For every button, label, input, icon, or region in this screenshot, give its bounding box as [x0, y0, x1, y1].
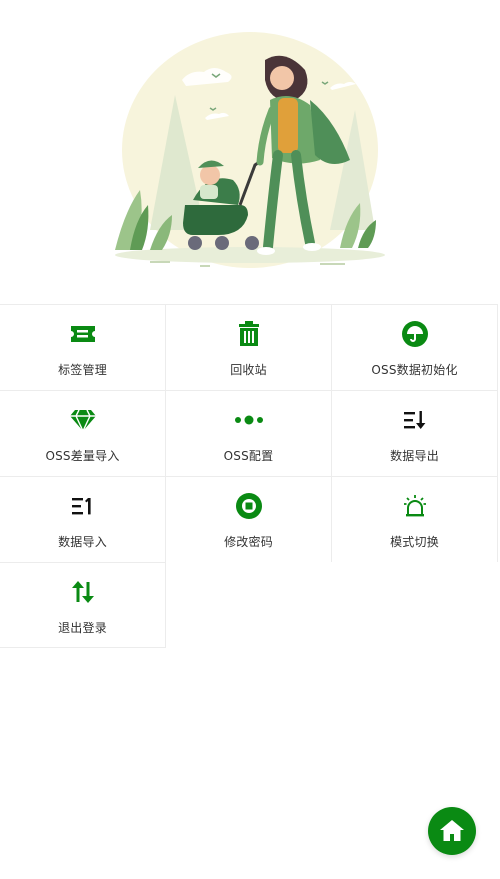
menu-grid: 标签管理 回收站 OSS数据初始化 OSS差量导入 OSS配置 数据导出 数据导…: [0, 304, 500, 648]
hero-illustration: [0, 0, 500, 305]
menu-item-label: 标签管理: [58, 363, 107, 377]
menu-item-label: OSS数据初始化: [371, 363, 458, 377]
mother-stroller-illustration: [115, 32, 385, 268]
menu-item-oss-config[interactable]: OSS配置: [166, 390, 332, 476]
swap-vertical-icon: [68, 577, 98, 607]
dots-icon: [234, 405, 264, 435]
diamond-icon: [68, 405, 98, 435]
home-icon: [440, 820, 464, 841]
menu-item-recycle-bin[interactable]: 回收站: [166, 304, 332, 390]
menu-item-label: 模式切换: [390, 535, 439, 549]
menu-item-data-export[interactable]: 数据导出: [332, 390, 498, 476]
menu-item-label: 数据导入: [58, 535, 107, 549]
menu-item-tag-management[interactable]: 标签管理: [0, 304, 166, 390]
alarm-light-icon: [400, 491, 430, 521]
menu-item-label: 退出登录: [58, 621, 107, 635]
home-button[interactable]: [428, 807, 476, 855]
umbrella-icon: [400, 319, 430, 349]
menu-item-oss-diff-import[interactable]: OSS差量导入: [0, 390, 166, 476]
menu-item-label: 修改密码: [224, 535, 273, 549]
menu-item-logout[interactable]: 退出登录: [0, 562, 166, 648]
ticket-icon: [68, 319, 98, 349]
sort-descending-icon: [400, 405, 430, 435]
menu-item-label: OSS差量导入: [45, 449, 120, 463]
menu-item-oss-init[interactable]: OSS数据初始化: [332, 304, 498, 390]
stop-circle-icon: [234, 491, 264, 521]
menu-item-mode-switch[interactable]: 模式切换: [332, 476, 498, 562]
menu-item-label: OSS配置: [223, 449, 274, 463]
trash-icon: [234, 319, 264, 349]
menu-item-label: 数据导出: [390, 449, 439, 463]
menu-item-change-password[interactable]: 修改密码: [166, 476, 332, 562]
menu-item-data-import[interactable]: 数据导入: [0, 476, 166, 562]
menu-item-label: 回收站: [230, 363, 267, 377]
sort-ascending-icon: [68, 491, 98, 521]
